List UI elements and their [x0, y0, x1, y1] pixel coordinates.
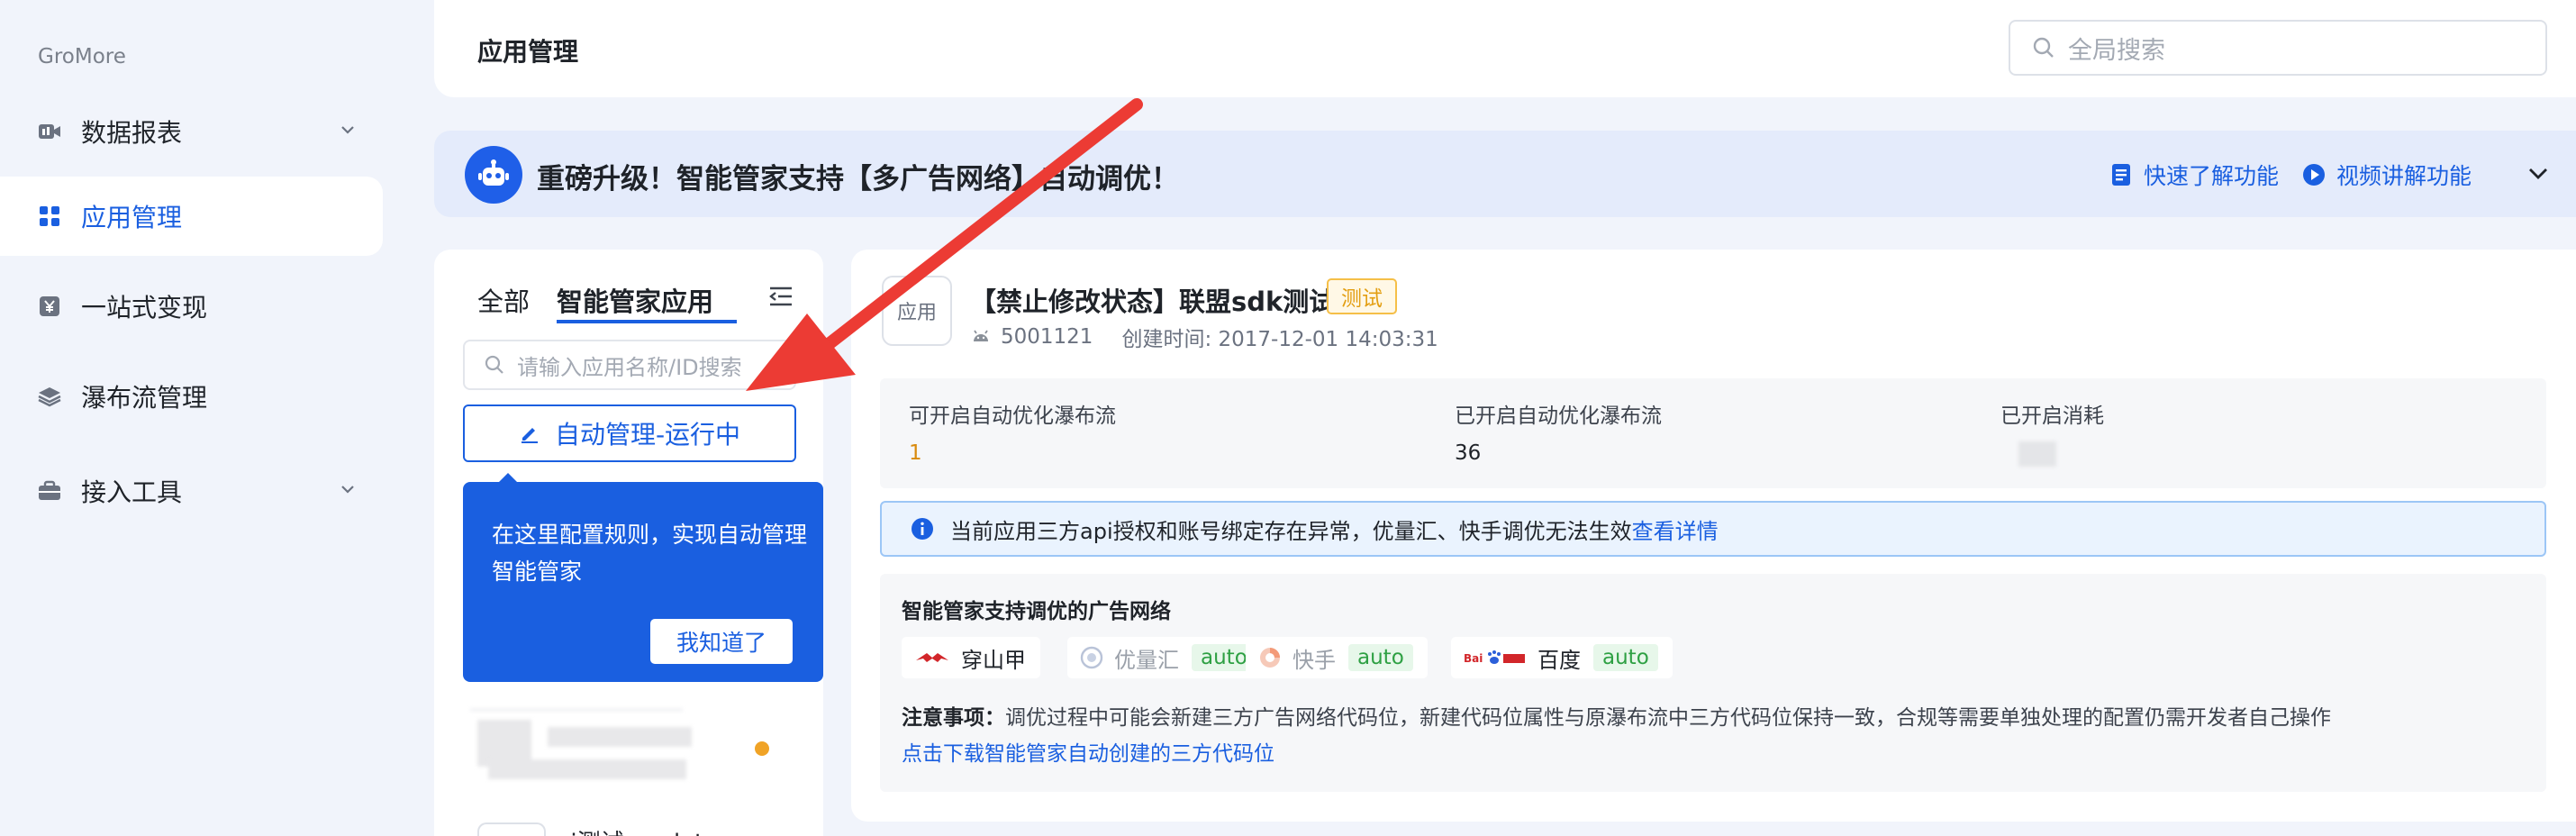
android-icon — [974, 330, 988, 341]
stat-value-redacted — [2018, 441, 2056, 467]
stat-label: 已开启消耗 — [2000, 404, 2104, 428]
auto-badge: auto — [1348, 644, 1413, 671]
stat-enabled: 已开启自动优化瀑布流 36 — [1455, 398, 1662, 465]
kuaishou-logo-icon — [1258, 646, 1282, 669]
app-search-input[interactable]: 请输入应用名称/ID搜索 — [463, 340, 796, 390]
stat-label: 可开启自动优化瀑布流 — [909, 404, 1116, 428]
tab-all[interactable]: 全部 — [477, 281, 530, 319]
stat-value[interactable]: 1 — [909, 441, 1116, 465]
tooltip-text: 在这里配置规则，实现自动管理智能管家 — [492, 522, 808, 585]
auto-management-button[interactable]: 自动管理-运行中 — [463, 404, 796, 462]
got-it-button[interactable]: 我知道了 — [650, 619, 793, 664]
network-chip-ylh: 优量汇 auto — [1067, 637, 1271, 678]
page-title: 应用管理 — [477, 37, 579, 67]
search-placeholder: 全局搜索 — [2068, 36, 2165, 65]
guide-tooltip: 在这里配置规则，实现自动管理智能管家 我知道了 — [463, 473, 823, 682]
app-list-panel: 全部 智能管家应用 请输入应用名称/ID搜索 自动管理-运行中 在这里配置规则，… — [434, 250, 823, 836]
list-item-title-redacted — [548, 727, 692, 747]
active-tab-indicator — [557, 320, 737, 323]
layers-icon — [38, 385, 61, 408]
sidebar-item-label: 应用管理 — [81, 203, 183, 232]
chevron-down-icon — [341, 126, 354, 134]
list-item-meta-redacted — [488, 759, 686, 779]
test-tag: 测试 — [1327, 278, 1397, 314]
sidebar-item-waterfall[interactable]: 瀑布流管理 — [0, 357, 383, 436]
avatar — [477, 822, 546, 836]
sidebar-item-label: 瀑布流管理 — [81, 383, 208, 413]
chevron-down-icon[interactable] — [2526, 161, 2551, 186]
quick-intro-label: 快速了解功能 — [2144, 163, 2280, 189]
video-intro-link[interactable]: 视频讲解功能 — [2302, 159, 2472, 191]
quick-intro-link[interactable]: 快速了解功能 — [2109, 159, 2279, 191]
tab-smart-butler-apps[interactable]: 智能管家应用 — [557, 281, 713, 319]
svg-text:Bai: Bai — [1464, 652, 1483, 665]
network-name: 快手 — [1293, 647, 1336, 673]
app-name: 【禁止修改状态】联盟sdk测试 — [970, 286, 1336, 317]
alert-text: 当前应用三方api授权和账号绑定存在异常，优量汇、快手调优无法生效 — [950, 518, 1632, 544]
robot-icon — [465, 146, 522, 204]
sidebar-item-label: 数据报表 — [81, 118, 183, 148]
stat-value: 36 — [1455, 441, 1482, 465]
top-header: 应用管理 全局搜索 — [434, 0, 2576, 97]
yen-icon — [38, 295, 61, 318]
video-chart-icon — [38, 120, 61, 143]
auto-badge: auto — [1593, 644, 1658, 671]
pangle-logo-icon — [914, 646, 950, 669]
stat-label: 已开启自动优化瀑布流 — [1455, 404, 1662, 428]
supported-networks: 智能管家支持调优的广告网络 穿山甲 优量汇 auto 快手 auto Bai 百… — [880, 574, 2546, 792]
network-name: 优量汇 — [1114, 647, 1179, 673]
sidebar-item-app-management[interactable]: 应用管理 — [0, 177, 383, 256]
brand-label: GroMore — [38, 45, 126, 68]
document-icon — [2109, 163, 2133, 186]
youlianghui-logo-icon — [1080, 646, 1103, 669]
list-item-title: xi测试_update — [557, 824, 718, 836]
network-chip-csj: 穿山甲 — [902, 637, 1040, 678]
app-detail-panel: 应用 【禁止修改状态】联盟sdk测试 测试 5001121 创建时间: 2017… — [851, 250, 2576, 822]
note-body: 调优过程中可能会新建三方广告网络代码位，新建代码位属性与原瀑布流中三方代码位保持… — [1005, 706, 2331, 730]
api-alert: 当前应用三方api授权和账号绑定存在异常，优量汇、快手调优无法生效 查看详情 — [880, 501, 2546, 557]
network-name: 百度 — [1537, 647, 1581, 673]
toolbox-icon — [38, 479, 61, 503]
sidebar: GroMore 数据报表 应用管理 一站式变现 瀑布流管理 接入工具 — [0, 0, 414, 836]
networks-title: 智能管家支持调优的广告网络 — [902, 600, 1171, 623]
info-icon — [912, 518, 933, 540]
created-time: 创建时间: 2017-12-01 14:03:31 — [1121, 328, 1438, 351]
banner-text: 重磅升级！智能管家支持【多广告网络】自动调优！ — [537, 163, 1179, 195]
edit-icon — [521, 428, 538, 443]
note-label: 注意事项： — [902, 706, 1005, 730]
sidebar-item-label: 接入工具 — [81, 477, 183, 507]
upgrade-banner: 重磅升级！智能管家支持【多广告网络】自动调优！ 快速了解功能 视频讲解功能 — [434, 131, 2576, 217]
app-search-placeholder: 请输入应用名称/ID搜索 — [517, 354, 742, 380]
network-chip-kuaishou: 快手 auto — [1246, 637, 1428, 678]
note-text: 注意事项：调优过程中可能会新建三方广告网络代码位，新建代码位属性与原瀑布流中三方… — [902, 700, 2331, 731]
network-chip-baidu: Bai 百度 auto — [1451, 637, 1673, 678]
stat-optimizable: 可开启自动优化瀑布流 1 — [909, 398, 1116, 465]
view-details-link[interactable]: 查看详情 — [1632, 513, 1719, 545]
app-icon: 应用 — [882, 276, 952, 346]
status-dot — [755, 741, 769, 756]
grid-apps-icon — [38, 204, 61, 228]
global-search-input[interactable]: 全局搜索 — [2009, 20, 2547, 76]
chevron-down-icon — [341, 486, 354, 494]
auto-management-label: 自动管理-运行中 — [554, 420, 741, 450]
download-placements-link[interactable]: 点击下载智能管家自动创建的三方代码位 — [902, 736, 1274, 767]
baidu-logo-icon: Bai — [1464, 646, 1527, 669]
stat-consumption: 已开启消耗 — [2000, 398, 2104, 467]
app-id: 5001121 — [1001, 325, 1093, 349]
list-item-divider — [470, 709, 683, 711]
stats-panel: 可开启自动优化瀑布流 1 已开启自动优化瀑布流 36 已开启消耗 — [880, 378, 2546, 488]
network-name: 穿山甲 — [961, 647, 1026, 673]
video-intro-label: 视频讲解功能 — [2336, 163, 2472, 189]
search-icon — [2033, 37, 2054, 58]
play-icon — [2302, 163, 2326, 186]
sidebar-item-data-report[interactable]: 数据报表 — [0, 92, 383, 171]
sidebar-item-label: 一站式变现 — [81, 293, 208, 323]
search-icon — [485, 355, 503, 374]
app-meta: 5001121 创建时间: 2017-12-01 14:03:31 — [970, 322, 1438, 352]
sidebar-item-monetization[interactable]: 一站式变现 — [0, 267, 383, 346]
sidebar-item-tools[interactable]: 接入工具 — [0, 451, 383, 531]
collapse-menu-icon[interactable] — [767, 285, 794, 308]
